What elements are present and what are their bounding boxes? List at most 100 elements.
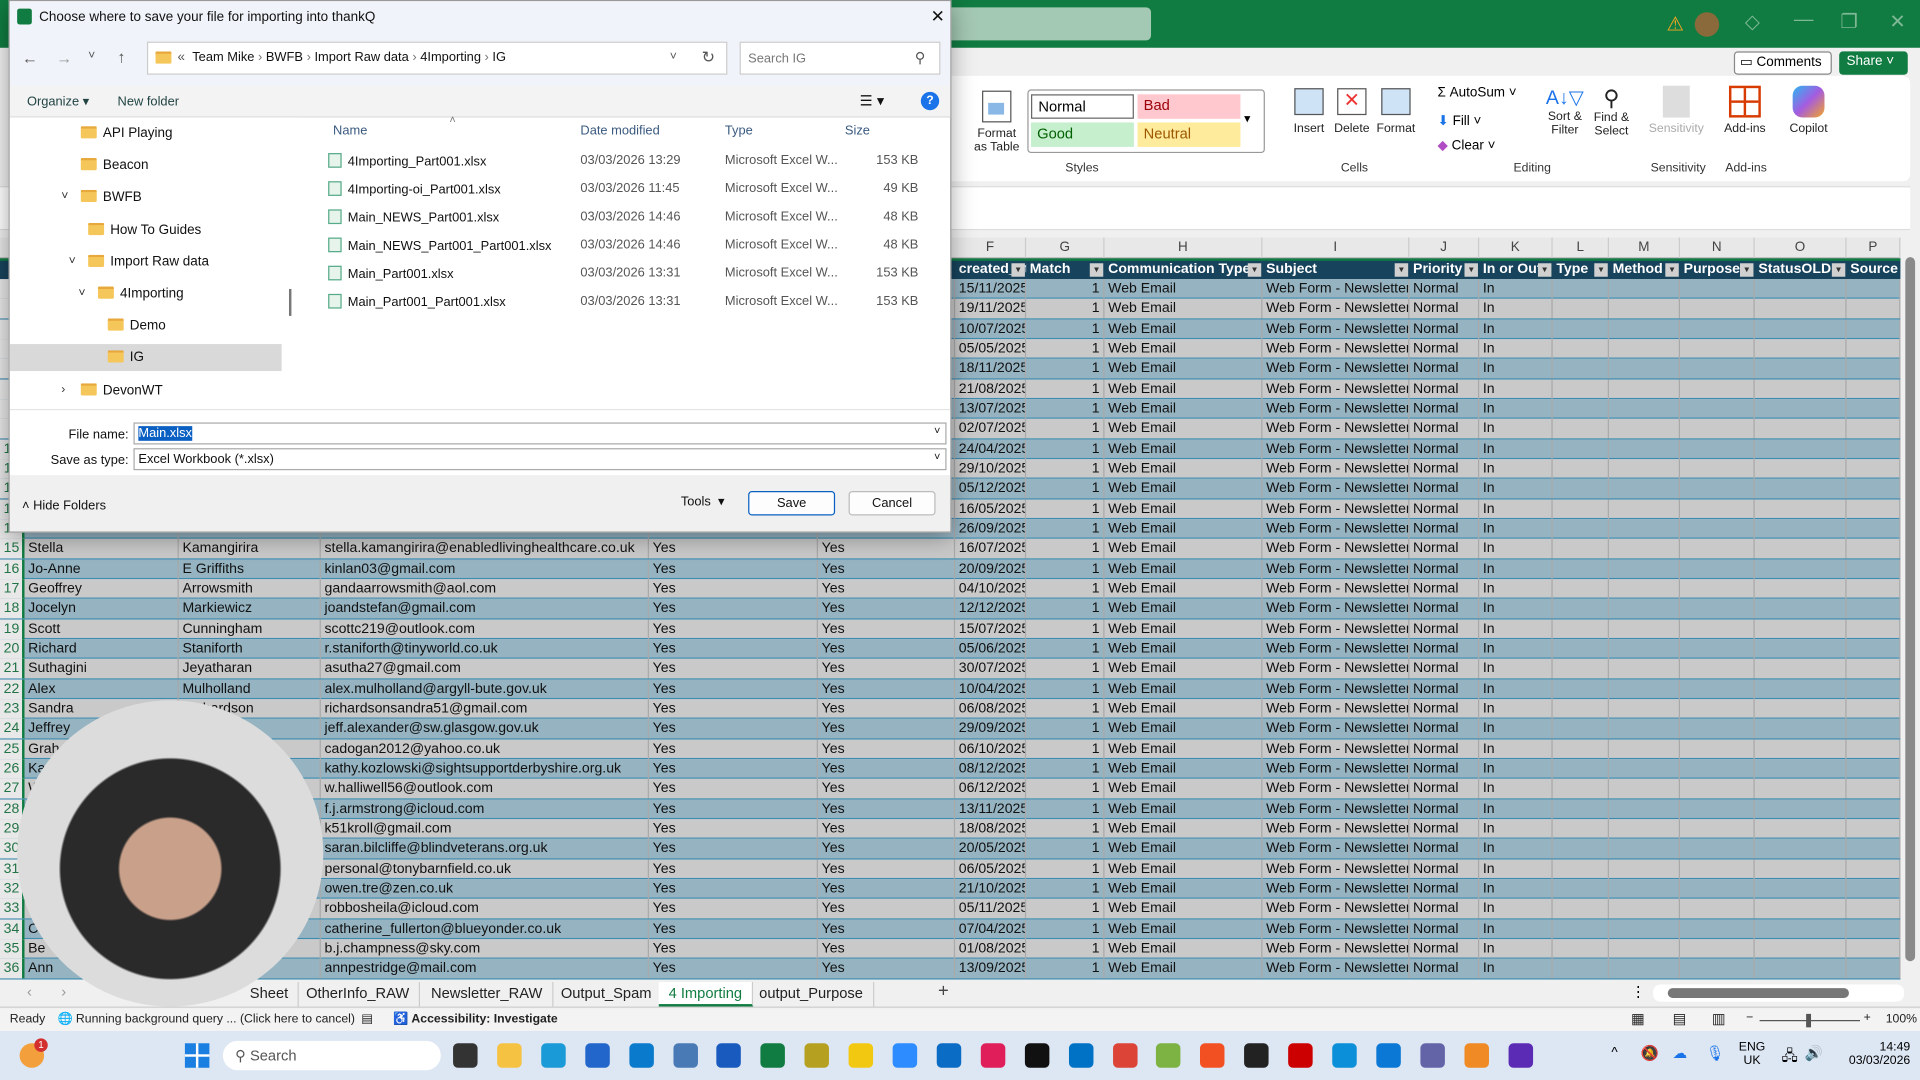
cell[interactable]: [1609, 699, 1680, 719]
cell[interactable]: 07/04/2025: [955, 919, 1026, 939]
cell[interactable]: Yes: [818, 579, 955, 599]
cell[interactable]: [1680, 479, 1755, 499]
cell[interactable]: Normal: [1409, 399, 1479, 419]
cell[interactable]: Yes: [649, 939, 818, 959]
cell[interactable]: Normal: [1409, 559, 1479, 579]
fill-button[interactable]: ⬇ Fill ˅: [1438, 113, 1482, 129]
file-explorer-icon[interactable]: [497, 1043, 521, 1067]
cell[interactable]: f.j.armstrong@icloud.com: [321, 799, 649, 819]
cell[interactable]: Web Form - Newsletter: [1262, 339, 1409, 359]
format-as-table-button[interactable]: Format as Table: [970, 91, 1024, 155]
word-icon[interactable]: [717, 1043, 741, 1067]
cell[interactable]: [1609, 539, 1680, 559]
cell[interactable]: Suthagini: [24, 659, 178, 679]
cell[interactable]: Yes: [818, 859, 955, 879]
breadcrumb-chevron-icon[interactable]: ›: [303, 50, 314, 65]
cell[interactable]: richardsonsandra51@gmail.com: [321, 699, 649, 719]
gallery-more-icon[interactable]: ▾: [1244, 113, 1250, 126]
cell[interactable]: [1847, 839, 1901, 859]
dialog-close-icon[interactable]: ✕: [931, 6, 945, 27]
next-sheet-icon[interactable]: ›: [61, 983, 66, 1000]
cell[interactable]: [1847, 679, 1901, 699]
cell[interactable]: [1609, 919, 1680, 939]
cell[interactable]: 1: [1026, 719, 1104, 739]
cell[interactable]: Yes: [649, 679, 818, 699]
cell[interactable]: [1680, 459, 1755, 479]
clock[interactable]: 14:4903/03/2026: [1847, 1041, 1911, 1068]
cell[interactable]: catherine_fullerton@blueyonder.co.uk: [321, 919, 649, 939]
cell[interactable]: Web Form - Newsletter: [1262, 639, 1409, 659]
cell[interactable]: [1609, 759, 1680, 779]
app-dark-icon[interactable]: [1244, 1043, 1268, 1067]
power-bi-icon[interactable]: [849, 1043, 873, 1067]
cell[interactable]: Web Email: [1104, 819, 1262, 839]
cell[interactable]: 15/11/2025: [955, 279, 1026, 299]
breadcrumb-chevron-icon[interactable]: ›: [409, 50, 420, 65]
cell[interactable]: [1680, 739, 1755, 759]
cell[interactable]: [1755, 579, 1847, 599]
cell[interactable]: kinlan03@gmail.com: [321, 559, 649, 579]
microphone-icon[interactable]: 🎙: [1706, 1044, 1725, 1061]
cell[interactable]: In: [1479, 759, 1552, 779]
scroll-thumb[interactable]: [1905, 257, 1915, 961]
table-header-cell[interactable]: In or Out▾: [1479, 261, 1552, 279]
column-name[interactable]: Name: [333, 124, 367, 139]
cell[interactable]: Web Email: [1104, 459, 1262, 479]
cell[interactable]: 1: [1026, 339, 1104, 359]
cell[interactable]: 05/05/2025: [955, 339, 1026, 359]
cell[interactable]: stella.kamangirira@enabledlivinghealthca…: [321, 539, 649, 559]
cell[interactable]: Web Form - Newsletter: [1262, 619, 1409, 639]
cell[interactable]: 1: [1026, 959, 1104, 979]
cell[interactable]: cadogan2012@yahoo.co.uk: [321, 739, 649, 759]
cell[interactable]: [1553, 899, 1609, 919]
cell[interactable]: [1609, 379, 1680, 399]
cell[interactable]: [1755, 619, 1847, 639]
cell[interactable]: asutha27@gmail.com: [321, 659, 649, 679]
zoom-out-icon[interactable]: −: [1746, 1011, 1753, 1024]
table-header-cell[interactable]: Priority▾: [1409, 261, 1479, 279]
copilot-button[interactable]: Copilot: [1784, 86, 1833, 136]
cell[interactable]: Yes: [649, 539, 818, 559]
cell[interactable]: 1: [1026, 799, 1104, 819]
table-header-cell[interactable]: Source: [1847, 261, 1901, 279]
app-red2-icon[interactable]: [1288, 1043, 1312, 1067]
folder-tree-item[interactable]: ˅Import Raw data: [10, 248, 282, 275]
volume-icon[interactable]: 🔊: [1805, 1044, 1823, 1061]
cell[interactable]: jeff.alexander@sw.glasgow.gov.uk: [321, 719, 649, 739]
cell[interactable]: [1847, 639, 1901, 659]
cell[interactable]: Web Form - Newsletter: [1262, 699, 1409, 719]
sheet-tab[interactable]: output_Purpose: [749, 982, 874, 1006]
cell[interactable]: 18/11/2025: [955, 359, 1026, 379]
cell[interactable]: [1680, 679, 1755, 699]
cell[interactable]: 1: [1026, 939, 1104, 959]
cell[interactable]: Yes: [649, 579, 818, 599]
cell[interactable]: Web Email: [1104, 919, 1262, 939]
page-break-icon[interactable]: ▥: [1712, 1010, 1726, 1027]
cell[interactable]: 1: [1026, 879, 1104, 899]
cell[interactable]: [1680, 399, 1755, 419]
cell[interactable]: [1609, 619, 1680, 639]
cell[interactable]: [1847, 719, 1901, 739]
cell[interactable]: [1609, 299, 1680, 319]
cell[interactable]: 1: [1026, 739, 1104, 759]
cell[interactable]: Normal: [1409, 679, 1479, 699]
cell[interactable]: In: [1479, 799, 1552, 819]
cell[interactable]: Yes: [649, 779, 818, 799]
cell[interactable]: 1: [1026, 439, 1104, 459]
cell[interactable]: [1847, 619, 1901, 639]
cell[interactable]: Web Form - Newsletter: [1262, 599, 1409, 619]
cell[interactable]: Yes: [649, 799, 818, 819]
cell[interactable]: [1680, 859, 1755, 879]
cell[interactable]: [1680, 959, 1755, 979]
cell[interactable]: Markiewicz: [179, 599, 321, 619]
recent-locations-icon[interactable]: ˅: [88, 49, 95, 62]
column-letter-I[interactable]: I: [1262, 238, 1409, 259]
cell[interactable]: 12/12/2025: [955, 599, 1026, 619]
cell[interactable]: [1755, 679, 1847, 699]
cell[interactable]: In: [1479, 339, 1552, 359]
sheet-tab[interactable]: Sheet: [240, 982, 299, 1006]
cell[interactable]: 29/09/2025: [955, 719, 1026, 739]
chrome-icon[interactable]: [1112, 1043, 1136, 1067]
cell[interactable]: [1609, 319, 1680, 339]
cell[interactable]: Web Email: [1104, 939, 1262, 959]
